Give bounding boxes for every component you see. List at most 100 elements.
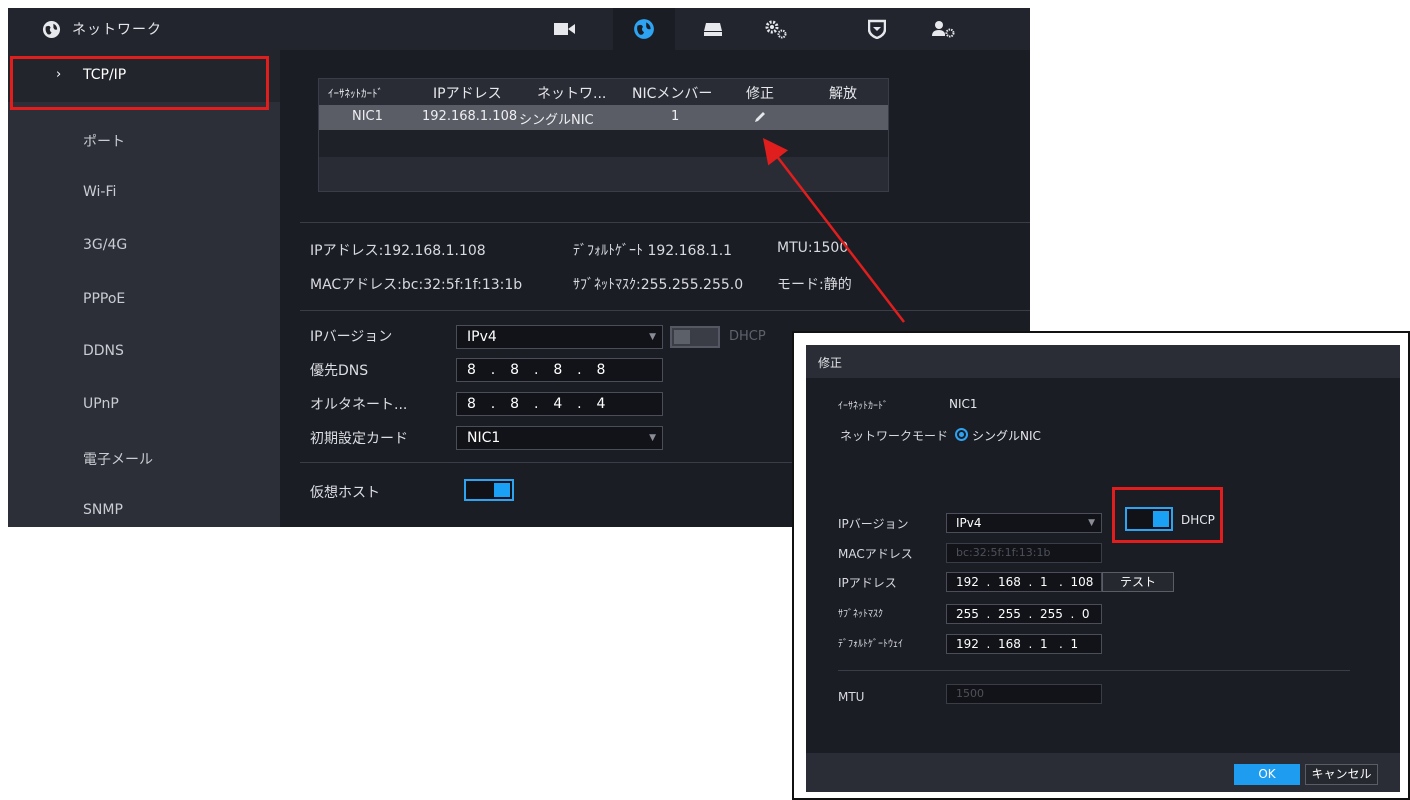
sidebar-item-port[interactable]: ポート [8,114,280,166]
ip-address-label: IPアドレス [838,576,897,590]
dialog-footer: OK キャンセル [806,753,1400,792]
dialog-header: 修正 [806,345,1400,378]
info-mac-address: MACアドレス:bc:32:5f:1f:13:1b [310,277,523,293]
default-gateway-input[interactable]: 192 . 168 . 1 . 1 [946,634,1102,654]
mtu-label: MTU [838,690,865,704]
pencil-edit-icon[interactable] [753,110,767,124]
mac-address-label: MACアドレス [838,547,913,561]
chevron-down-icon: ▼ [649,332,656,342]
sidebar-menu: › TCP/IP ポート Wi-Fi 3G/4G PPPoE DDNS UPnP… [8,50,280,527]
ip-address-value: 192 . 168 . 1 . 108 [956,575,1094,589]
alternate-dns-label: オルタネート... [310,397,408,413]
sidebar-item-email[interactable]: 電子メール [8,432,280,484]
column-header-edit: 修正 [746,86,774,102]
subnet-mask-label: ｻﾌﾞﾈｯﾄﾏｽｸ [838,609,883,620]
table-row[interactable]: NIC1 192.168.1.108 シングルNIC 1 [319,105,888,130]
camera-icon[interactable] [534,8,596,50]
ip-version-value: IPv4 [956,516,982,530]
default-card-label: 初期設定カード [310,431,408,447]
default-gateway-value: 192 . 168 . 1 . 1 [956,637,1079,651]
virtual-host-label: 仮想ホスト [310,485,380,501]
dhcp-toggle[interactable] [670,326,720,348]
ip-address-input[interactable]: 192 . 168 . 1 . 108 [946,572,1102,592]
divider [838,670,1350,671]
table-cell-mode: シングルNIC [519,113,594,128]
ip-version-select[interactable]: IPv4 ▼ [946,513,1102,533]
sidebar-item-wifi[interactable]: Wi-Fi [8,167,280,219]
sidebar-item-label: 電子メール [83,452,153,468]
column-header-release: 解放 [829,86,857,102]
sidebar-item-label: PPPoE [83,291,126,307]
info-ip-address: IPアドレス:192.168.1.108 [310,243,486,259]
column-header-network: ネットワ... [537,86,607,102]
account-user-icon[interactable] [912,8,974,50]
divider [300,310,1030,311]
default-card-value: NIC1 [467,430,501,446]
mtu-value: 1500 [956,687,984,700]
subnet-mask-input[interactable]: 255 . 255 . 255 . 0 [946,604,1102,624]
system-gears-icon[interactable] [745,8,807,50]
network-globe-icon[interactable] [613,8,675,50]
sidebar-item-label: UPnP [83,396,119,412]
mtu-field: 1500 [946,684,1102,704]
sidebar-item-label: 3G/4G [83,237,128,253]
sidebar-item-label: SNMP [83,502,123,518]
storage-hdd-icon[interactable] [682,8,744,50]
table-row-empty [319,130,888,157]
security-shield-icon[interactable] [846,8,908,50]
test-button[interactable]: テスト [1102,572,1174,592]
info-subnet-mask: ｻﾌﾞﾈｯﾄﾏｽｸ:255.255.255.0 [573,277,744,293]
toggle-knob [494,483,510,497]
network-mode-value: シングルNIC [972,429,1041,443]
preferred-dns-label: 優先DNS [310,363,369,379]
ip-version-label: IPバージョン [310,329,393,345]
sidebar-item-3g4g[interactable]: 3G/4G [8,220,280,272]
ip-version-select[interactable]: IPv4 ▼ [456,325,663,349]
sidebar-item-label: ポート [83,134,125,150]
info-mtu: MTU:1500 [777,240,849,256]
chevron-down-icon: ▼ [649,433,656,443]
dialog-title: 修正 [818,356,843,370]
preferred-dns-input[interactable]: 8 . 8 . 8 . 8 [456,358,663,382]
sidebar-item-pppoe[interactable]: PPPoE [8,274,280,326]
edit-nic-dialog: 修正 ｲｰｻﾈｯﾄｶｰﾄﾞ NIC1 ネットワークモード シングルNIC IPバ… [792,331,1410,800]
alternate-dns-value: 8 . 8 . 4 . 4 [467,396,608,412]
ip-version-value: IPv4 [467,329,497,345]
virtual-host-toggle[interactable] [464,479,514,501]
default-card-select[interactable]: NIC1 ▼ [456,426,663,450]
ethernet-card-value: NIC1 [949,397,978,411]
table-cell-ip: 192.168.1.108 [422,109,518,124]
table-cell-members: 1 [671,109,680,124]
column-header-members: NICメンバー [632,86,713,102]
subnet-mask-value: 255 . 255 . 255 . 0 [956,607,1090,621]
info-mode: モード:静的 [777,277,852,293]
nic-table: ｲｰｻﾈｯﾄｶｰﾄﾞ IPアドレス ネットワ... NICメンバー 修正 解放 … [318,78,889,192]
sidebar-item-label: DDNS [83,343,124,359]
toggle-knob [674,330,690,344]
top-navigation-bar: ネットワーク [8,8,1030,50]
sidebar-item-ddns[interactable]: DDNS [8,326,280,378]
table-cell-card: NIC1 [352,109,383,124]
alternate-dns-input[interactable]: 8 . 8 . 4 . 4 [456,392,663,416]
info-default-gateway: ﾃﾞﾌｫﾙﾄｹﾞｰﾄ 192.168.1.1 [573,243,733,259]
dhcp-highlight-box [1112,487,1223,543]
dhcp-label: DHCP [729,329,766,344]
page-title: ネットワーク [72,22,162,38]
cancel-button[interactable]: キャンセル [1305,764,1378,785]
chevron-down-icon: ▼ [1088,518,1095,528]
single-nic-radio[interactable] [955,428,968,441]
sidebar-item-upnp[interactable]: UPnP [8,379,280,431]
table-row-empty [319,157,888,183]
sidebar-item-label: Wi-Fi [83,184,117,200]
column-header-ip: IPアドレス [433,86,502,102]
ok-button[interactable]: OK [1234,764,1300,785]
ethernet-card-label: ｲｰｻﾈｯﾄｶｰﾄﾞ [838,401,888,412]
column-header-card: ｲｰｻﾈｯﾄｶｰﾄﾞ [328,87,383,100]
default-gateway-label: ﾃﾞﾌｫﾙﾄｹﾞｰﾄｳｪｲ [838,639,903,650]
preferred-dns-value: 8 . 8 . 8 . 8 [467,362,608,378]
sidebar-item-snmp[interactable]: SNMP [8,485,280,527]
dialog-body: 修正 ｲｰｻﾈｯﾄｶｰﾄﾞ NIC1 ネットワークモード シングルNIC IPバ… [806,345,1400,792]
network-mode-label: ネットワークモード [840,429,949,443]
mac-address-value: bc:32:5f:1f:13:1b [956,546,1051,559]
divider [300,222,1030,223]
